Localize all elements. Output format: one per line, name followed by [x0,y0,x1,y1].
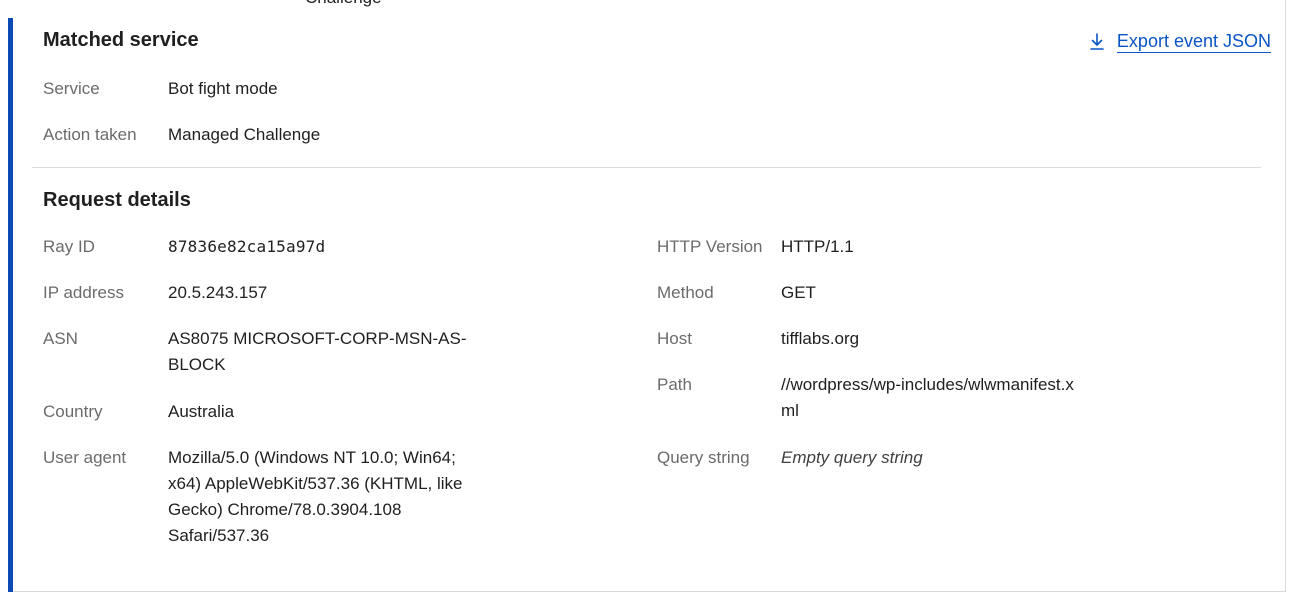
user-agent-line: Mozilla/5.0 (Windows NT 10.0; Win64; [168,448,456,467]
user-agent-line: Gecko) Chrome/78.0.3904.108 [168,500,402,519]
panel-border-right [1285,0,1286,592]
path-value-line: //wordpress/wp-includes/wlwmanifest.x [781,375,1074,394]
method-label: Method [657,283,714,302]
http-version-value: HTTP/1.1 [781,237,854,256]
previous-row-text: Challenge [305,0,382,8]
user-agent-line: Safari/537.36 [168,526,270,545]
accent-bar [8,18,13,592]
user-agent-line: x64) AppleWebKit/537.36 (KHTML, like [168,474,463,493]
query-string-value: Empty query string [781,448,923,467]
section-divider [32,167,1261,168]
method-value: GET [781,283,816,302]
path-value: //wordpress/wp-includes/wlwmanifest.x ml [781,372,1074,424]
ip-address-value: 20.5.243.157 [168,283,268,302]
user-agent-value: Mozilla/5.0 (Windows NT 10.0; Win64; x64… [168,445,463,549]
export-event-json-label: Export event JSON [1116,31,1271,53]
asn-value-line: BLOCK [168,355,226,374]
query-string-label: Query string [657,448,750,467]
country-label: Country [43,402,103,421]
path-label: Path [657,375,692,394]
path-value-line: ml [781,401,799,420]
host-label: Host [657,329,692,348]
ip-address-label: IP address [43,283,124,302]
service-label: Service [43,79,100,98]
request-details-section: Request details [43,189,1286,212]
ray-id-label: Ray ID [43,237,95,256]
download-icon [1089,33,1105,51]
asn-value: AS8075 MICROSOFT-CORP-MSN-AS- BLOCK [168,326,467,378]
request-details-title: Request details [43,189,191,211]
action-taken-value: Managed Challenge [168,125,321,144]
export-event-json-link[interactable]: Export event JSON [1089,31,1271,53]
ray-id-value: 87836e82ca15a97d [168,237,326,256]
action-taken-label: Action taken [43,125,137,144]
service-value: Bot fight mode [168,79,278,98]
http-version-label: HTTP Version [657,237,763,256]
country-value: Australia [168,402,235,421]
asn-label: ASN [43,329,78,348]
asn-value-line: AS8075 MICROSOFT-CORP-MSN-AS- [168,329,467,348]
host-value: tifflabs.org [781,329,860,348]
user-agent-label: User agent [43,448,127,467]
